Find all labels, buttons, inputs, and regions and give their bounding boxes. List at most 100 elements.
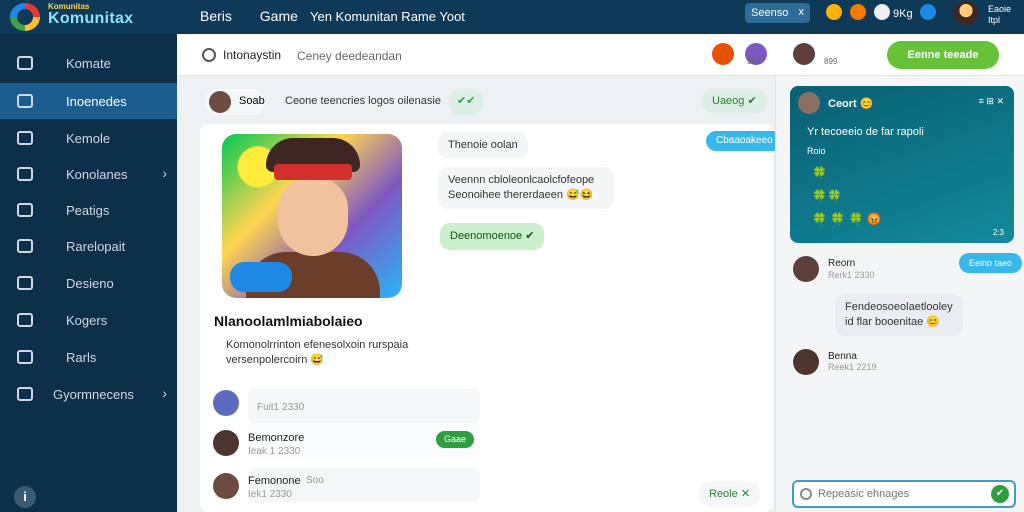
close-icon[interactable]: x — [799, 6, 805, 18]
row-name: Femonone — [248, 475, 301, 487]
gear-icon — [17, 276, 33, 290]
attach-icon[interactable] — [800, 488, 812, 500]
msg-pill[interactable]: Eeino taeo — [959, 253, 1023, 273]
avatar[interactable] — [793, 43, 815, 65]
sidebar-item-label: Peatigs — [66, 203, 110, 218]
card-description: Komonolrrinton efenesolxoin rurspaia ver… — [226, 339, 409, 366]
bottom-pill-label: Reole — [709, 488, 738, 500]
sidebar-item-label: Rarls — [66, 350, 97, 365]
sidebar-item-label: Kogers — [66, 313, 108, 328]
avatar[interactable] — [793, 349, 819, 375]
puzzle-icon — [17, 94, 33, 108]
send-icon[interactable]: ✔ — [991, 485, 1009, 503]
globe-icon — [17, 387, 33, 401]
card-controls[interactable]: ≡ ⊞ ✕ — [979, 96, 1004, 107]
row-name: Bemonzore — [248, 432, 305, 444]
search-icon[interactable] — [202, 48, 216, 62]
avatar[interactable] — [209, 91, 231, 113]
sidebar-item-history[interactable]: Rarls — [0, 339, 177, 375]
chart-icon — [17, 239, 33, 253]
top-nav: Beris Game — [200, 8, 322, 24]
bag-icon — [17, 203, 33, 217]
character-face — [278, 178, 348, 256]
chevron-right-icon: › — [162, 165, 167, 181]
row-time: Iek1 2330 — [248, 489, 292, 500]
sidebar-item-label: Gyormnecens — [53, 387, 134, 402]
toggle-pill[interactable]: Uaeog ✔ — [702, 89, 767, 113]
home-icon — [17, 56, 33, 70]
message-bubble: Fendeosoeolaetlooley id flar booenitae 😊 — [835, 294, 963, 336]
user-name: Eaoie — [988, 4, 1012, 14]
game-character-image[interactable] — [222, 134, 402, 298]
subheader-title: Intonaystin — [223, 48, 282, 62]
message-bubble: Deenomoenoe ✔ — [440, 223, 545, 250]
message-input-box[interactable]: ✔ — [792, 480, 1016, 508]
top-title: Yen Komunitan Rame Yoot — [310, 9, 465, 24]
brand-label: Komunitax — [48, 10, 134, 27]
app-logo[interactable] — [10, 3, 40, 31]
message-input[interactable] — [818, 485, 988, 503]
top-search-button[interactable]: Seenso x — [745, 3, 810, 23]
message-bubble: Veennn cbloleonlcaolcfofeope Seonoihee t… — [438, 167, 614, 209]
chevron-right-icon: › — [162, 385, 167, 401]
users-icon — [17, 167, 33, 181]
action-button[interactable]: Eenne teeade — [887, 41, 999, 69]
blue-label[interactable]: Cbaaoakeeo — [706, 131, 783, 151]
sidebar-item-friends[interactable]: Konolanes › — [0, 156, 177, 192]
sidebar-item-label: Inoenedes — [66, 94, 127, 109]
emoji-row: 🍀🍀 — [812, 189, 842, 203]
avatar[interactable] — [213, 390, 239, 416]
sidebar-item-label: Kemole — [66, 131, 111, 146]
game-tag-icon[interactable] — [230, 262, 292, 292]
sidebar-item-community[interactable]: Gyormnecens › — [0, 376, 177, 412]
check-icon: ✔ — [747, 95, 757, 107]
user-avatar[interactable] — [954, 1, 978, 25]
sidebar-item-users[interactable]: Kogers — [0, 302, 177, 338]
compass-icon — [17, 131, 33, 145]
avatar[interactable] — [213, 430, 239, 456]
msg-name: Reorn — [828, 258, 856, 269]
teal-message-card: Ceort 😊 ≡ ⊞ ✕ Yr tecoeeio de far rapoli … — [790, 86, 1014, 243]
sidebar-item-games[interactable]: Inoenedes — [0, 83, 177, 119]
sidebar-item-explore[interactable]: Kemole — [0, 120, 177, 156]
card-message: Yr tecoeeio de far rapoli — [807, 126, 924, 138]
sidebar: Komate Inoenedes Kemole Konolanes › Peat… — [0, 34, 177, 512]
row-text: Fuit1 2330 — [257, 402, 305, 413]
brand[interactable]: Komunitas Komunitax — [48, 3, 133, 27]
nav-beris[interactable]: Beris — [200, 8, 232, 24]
trophy-icon[interactable] — [826, 4, 842, 20]
sidebar-item-label: Komate — [66, 56, 111, 71]
avatar[interactable] — [793, 256, 819, 282]
info-icon[interactable]: i — [14, 486, 36, 508]
checkmarks-icon[interactable]: ✔✔ — [449, 89, 484, 115]
sidebar-item-reports[interactable]: Rarelopait — [0, 228, 177, 264]
avatar[interactable] — [798, 92, 820, 114]
profile-icon[interactable] — [874, 4, 890, 20]
nav-game[interactable]: Game — [260, 8, 298, 24]
card-title: Nlanoolamlmiabolaieo — [214, 313, 363, 329]
emoji-row: 🍀 — [812, 166, 827, 180]
status-badge[interactable]: Gaae — [436, 431, 475, 448]
card-user-name: Ceort 😊 — [828, 98, 874, 110]
user-sub: Itpl — [988, 15, 1001, 25]
avatar-count: 899 — [824, 57, 838, 66]
top-user[interactable]: Eaoie Itpl — [988, 4, 1011, 26]
top-search-label: Seenso — [751, 7, 789, 19]
topic-text: Ceone teencries logos oilenasie — [285, 95, 441, 107]
avatar[interactable] — [213, 473, 239, 499]
notification-icon[interactable] — [920, 4, 936, 20]
row-meta: Soo — [306, 475, 324, 486]
card-meta: Roio — [807, 146, 826, 156]
sidebar-item-label: Rarelopait — [66, 239, 126, 254]
fire-icon[interactable] — [850, 4, 866, 20]
avatar[interactable] — [712, 43, 734, 65]
sidebar-item-design[interactable]: Desieno — [0, 265, 177, 301]
sidebar-item-home[interactable]: Komate — [0, 45, 177, 81]
user-pill-label: Soab — [239, 95, 265, 107]
avatar-count: 993 — [747, 57, 761, 66]
sidebar-item-shop[interactable]: Peatigs — [0, 192, 177, 228]
message-bubble: Thenoie oolan — [438, 132, 528, 159]
msg-time: Reek1 2219 — [828, 362, 877, 372]
bottom-pill[interactable]: Reole ✕ — [699, 481, 761, 507]
emoji-row: 🍀 🍀 🍀 😡 — [812, 212, 882, 226]
